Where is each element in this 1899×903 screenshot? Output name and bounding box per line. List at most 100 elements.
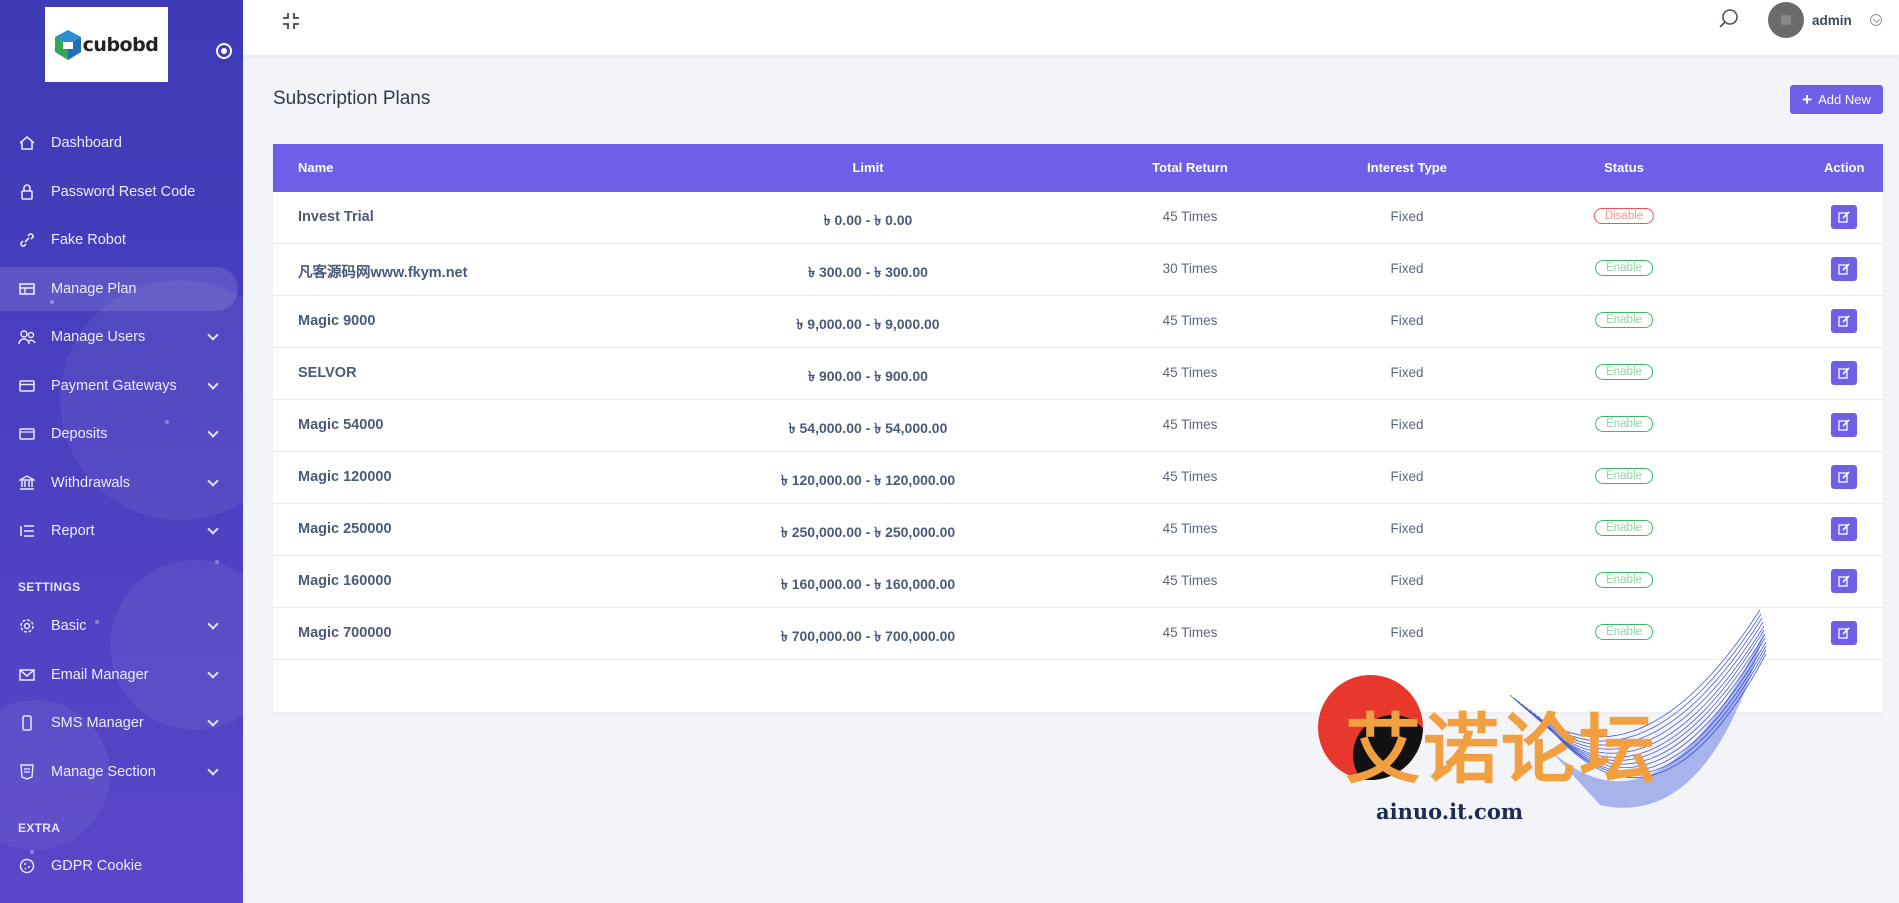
edit-button[interactable] [1831, 309, 1857, 333]
plan-limit: ৳ 54,000.00 - ৳ 54,000.00 [788, 420, 948, 436]
sidebar-item-manage-plan[interactable]: Manage Plan [0, 267, 238, 311]
plan-name: Magic 250000 [298, 521, 392, 537]
chevron-down-icon [207, 329, 219, 341]
table-header: Name Limit Total Return Interest Type St… [273, 144, 1883, 192]
lock-icon [18, 183, 36, 201]
plan-total-return: 45 Times [1162, 209, 1218, 224]
logo[interactable]: cubobd [45, 7, 168, 82]
sidebar-item-withdrawals[interactable]: Withdrawals [0, 461, 243, 505]
chevron-down-icon [207, 764, 219, 776]
sidebar-item-deposits[interactable]: Deposits [0, 412, 243, 456]
sidebar-item-sms-manager[interactable]: SMS Manager [0, 701, 243, 745]
plan-interest-type: Fixed [1390, 365, 1424, 380]
sidebar-item-label: Withdrawals [51, 475, 130, 491]
card-icon [18, 377, 36, 395]
sidebar-item-gdpr-cookie[interactable]: GDPR Cookie [0, 844, 243, 888]
plan-total-return: 45 Times [1162, 365, 1218, 380]
sidebar-item-label: Manage Plan [51, 281, 137, 297]
status-badge: Enable [1595, 312, 1653, 328]
edit-icon [1838, 419, 1850, 431]
page-title: Subscription Plans [273, 88, 431, 109]
plan-total-return: 30 Times [1162, 261, 1218, 276]
status-badge: Enable [1595, 260, 1653, 276]
home-icon [18, 134, 36, 152]
avatar[interactable] [1768, 2, 1804, 38]
collapse-icon[interactable] [281, 11, 301, 31]
plan-total-return: 45 Times [1162, 521, 1218, 536]
sidebar-item-manage-users[interactable]: Manage Users [0, 315, 243, 359]
plan-limit: ৳ 9,000.00 - ৳ 9,000.00 [796, 316, 940, 332]
edit-button[interactable] [1831, 205, 1857, 229]
sidebar-item-label: Manage Users [51, 329, 146, 345]
sidebar-item-dashboard[interactable]: Dashboard [0, 121, 243, 165]
plan-icon [18, 280, 36, 298]
edit-icon [1838, 263, 1850, 275]
table-row: Magic 9000 ৳ 9,000.00 - ৳ 9,000.00 45 Time… [273, 296, 1883, 348]
column-header-limit: Limit [852, 160, 884, 175]
chevron-down-icon[interactable] [1870, 14, 1882, 26]
sidebar-item-manage-section[interactable]: Manage Section [0, 750, 243, 794]
bank-icon [18, 474, 36, 492]
sidebar-item-report[interactable]: Report [0, 509, 243, 553]
edit-button[interactable] [1831, 517, 1857, 541]
search-icon[interactable] [1718, 8, 1740, 30]
sidebar-toggle-button[interactable] [216, 43, 232, 59]
chevron-down-icon [207, 378, 219, 390]
sidebar-item-basic[interactable]: Basic [0, 604, 243, 648]
edit-button[interactable] [1831, 257, 1857, 281]
status-badge: Enable [1595, 364, 1653, 380]
sidebar-item-label: Email Manager [51, 667, 149, 683]
plan-limit: ৳ 160,000.00 - ৳ 160,000.00 [780, 576, 956, 592]
edit-button[interactable] [1831, 621, 1857, 645]
plan-name: Invest Trial [298, 209, 374, 225]
edit-icon [1838, 315, 1850, 327]
plan-interest-type: Fixed [1390, 209, 1424, 224]
status-badge: Disable [1593, 208, 1655, 224]
status-badge: Enable [1595, 520, 1653, 536]
list-icon [18, 522, 36, 540]
edit-button[interactable] [1831, 465, 1857, 489]
user-name[interactable]: admin [1812, 13, 1852, 28]
cookie-icon [18, 857, 36, 875]
gear-icon [18, 617, 36, 635]
plan-total-return: 45 Times [1162, 469, 1218, 484]
plan-name: Magic 700000 [298, 625, 392, 641]
plan-total-return: 45 Times [1162, 625, 1218, 640]
watermark: 艾诺论坛 ainuo.it.com [1300, 600, 1800, 870]
plan-name: SELVOR [298, 365, 357, 381]
plan-limit: ৳ 300.00 - ৳ 300.00 [808, 264, 928, 280]
sidebar-item-payment-gateways[interactable]: Payment Gateways [0, 364, 243, 408]
sidebar-item-password-reset-code[interactable]: Password Reset Code [0, 170, 243, 214]
plan-limit: ৳ 120,000.00 - ৳ 120,000.00 [780, 472, 956, 488]
sidebar-item-label: Dashboard [51, 135, 122, 151]
chevron-down-icon [207, 426, 219, 438]
mobile-icon [18, 714, 36, 732]
wallet-icon [18, 425, 36, 443]
sidebar: cubobd Dashboard Password Reset Code Fak… [0, 0, 243, 903]
sidebar-item-label: Deposits [51, 426, 108, 442]
plan-interest-type: Fixed [1390, 417, 1424, 432]
status-badge: Enable [1595, 416, 1653, 432]
column-header-interest-type: Interest Type [1367, 160, 1447, 175]
topbar: admin [243, 0, 1899, 55]
sidebar-item-fake-robot[interactable]: Fake Robot [0, 218, 243, 262]
status-badge: Enable [1595, 468, 1653, 484]
edit-button[interactable] [1831, 361, 1857, 385]
plan-name: 凡客源码网www.fkym.net [298, 265, 468, 281]
chevron-down-icon [207, 618, 219, 630]
add-new-button[interactable]: + Add New [1790, 85, 1883, 114]
plan-total-return: 45 Times [1162, 313, 1218, 328]
add-new-label: Add New [1818, 92, 1871, 107]
plan-interest-type: Fixed [1390, 573, 1424, 588]
settings-heading: SETTINGS [18, 580, 81, 594]
sidebar-item-label: GDPR Cookie [51, 858, 143, 874]
plan-interest-type: Fixed [1390, 313, 1424, 328]
status-badge: Enable [1595, 572, 1653, 588]
sidebar-item-email-manager[interactable]: Email Manager [0, 653, 243, 697]
plan-interest-type: Fixed [1390, 521, 1424, 536]
edit-button[interactable] [1831, 413, 1857, 437]
plan-limit: ৳ 0.00 - ৳ 0.00 [823, 212, 913, 228]
table-row: Magic 120000 ৳ 120,000.00 - ৳ 120,000.00 4… [273, 452, 1883, 504]
users-icon [18, 328, 36, 346]
edit-button[interactable] [1831, 569, 1857, 593]
